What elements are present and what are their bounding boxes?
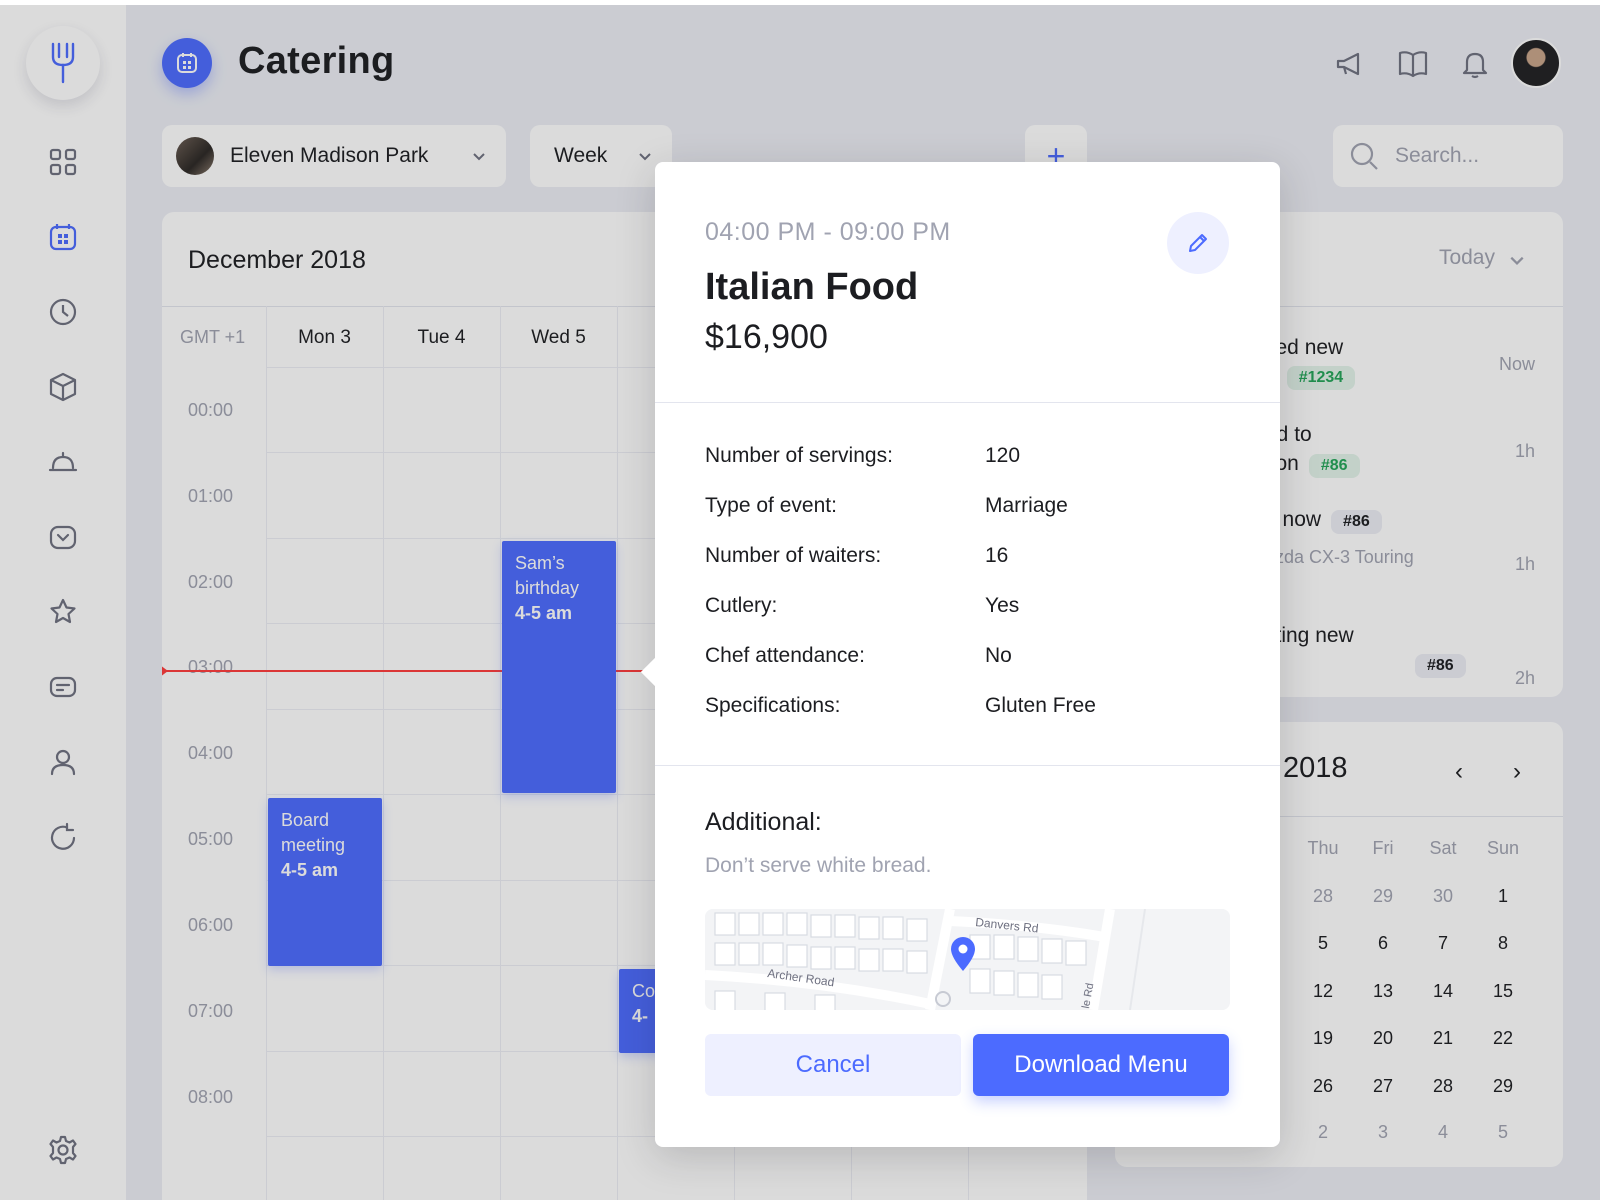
event-price: $16,900 <box>705 318 828 356</box>
additional-note: Don’t serve white bread. <box>705 854 932 877</box>
location-map[interactable]: Danvers Rd Archer Road le Rd <box>705 909 1230 1010</box>
detail-label: Number of servings: <box>705 444 893 467</box>
additional-title: Additional: <box>705 808 822 836</box>
detail-label: Specifications: <box>705 694 841 717</box>
detail-label: Chef attendance: <box>705 644 865 667</box>
detail-value: Gluten Free <box>985 694 1096 717</box>
edit-button[interactable] <box>1167 212 1229 274</box>
detail-value: 120 <box>985 444 1021 467</box>
pencil-icon <box>1189 234 1207 252</box>
event-time-range: 04:00 PM - 09:00 PM <box>705 218 951 246</box>
detail-label: Type of event: <box>705 494 837 517</box>
event-title: Italian Food <box>705 266 919 308</box>
detail-value: Yes <box>985 594 1020 617</box>
detail-label: Number of waiters: <box>705 544 882 567</box>
detail-value: No <box>985 644 1012 667</box>
download-menu-button[interactable]: Download Menu <box>973 1034 1229 1096</box>
cancel-button[interactable]: Cancel <box>705 1034 961 1096</box>
event-detail-modal: 04:00 PM - 09:00 PM Italian Food $16,900… <box>640 162 1280 1147</box>
detail-label: Cutlery: <box>705 594 778 617</box>
detail-value: Marriage <box>985 494 1068 517</box>
detail-value: 16 <box>985 544 1009 567</box>
